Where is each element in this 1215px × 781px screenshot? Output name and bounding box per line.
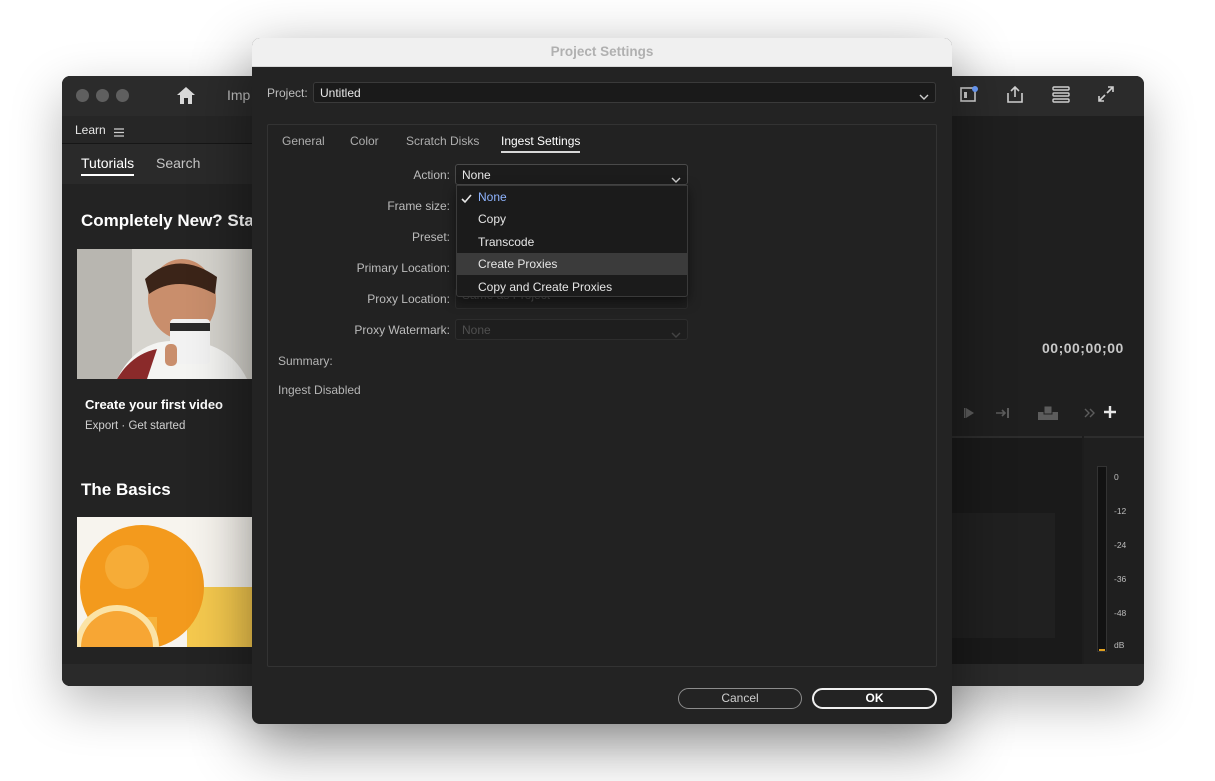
summary-value: Ingest Disabled — [278, 383, 361, 397]
timeline-track-area — [952, 513, 1055, 638]
play-icon[interactable] — [963, 406, 977, 425]
project-label: Project: — [267, 86, 308, 100]
tab-scratch-disks[interactable]: Scratch Disks — [406, 134, 479, 148]
action-select-value: None — [462, 168, 491, 182]
learn-header: Learn — [62, 116, 262, 144]
hamburger-menu-icon[interactable] — [114, 124, 124, 142]
add-icon[interactable] — [1103, 405, 1117, 424]
menu-item-label: None — [478, 190, 507, 204]
minimize-window-button[interactable] — [96, 89, 109, 102]
section-heading-new: Completely New? Star — [81, 211, 261, 230]
more-icon[interactable] — [1084, 406, 1096, 424]
tutorial-thumbnail-video[interactable] — [77, 249, 257, 379]
share-icon[interactable] — [1006, 85, 1024, 109]
section-heading-basics: The Basics — [81, 480, 171, 499]
preset-label: Preset: — [411, 230, 450, 244]
action-select[interactable]: None — [455, 164, 688, 185]
list-settings-icon[interactable] — [1052, 85, 1070, 108]
panel-layout-icon[interactable] — [960, 85, 978, 108]
transport-controls — [952, 398, 1144, 434]
chevron-down-icon — [919, 88, 929, 106]
action-dropdown-menu: None Copy Transcode Create Proxies Copy … — [456, 185, 688, 297]
meter-label-48: -48 — [1114, 608, 1127, 618]
settings-pane: General Color Scratch Disks Ingest Setti… — [267, 124, 937, 667]
menu-item-create-proxies[interactable]: Create Proxies — [457, 253, 687, 275]
meter-label-0: 0 — [1114, 472, 1119, 482]
home-icon[interactable] — [176, 86, 196, 110]
meter-label-12: -12 — [1114, 506, 1127, 516]
learn-panel: Learn Tutorials Search Completely New? S… — [62, 116, 262, 686]
tutorial-card-subtitle: Export · Get started — [85, 420, 186, 432]
primary-location-label: Primary Location: — [356, 261, 450, 275]
overwrite-icon[interactable] — [1037, 405, 1059, 426]
meter-label-24: -24 — [1114, 540, 1127, 550]
timecode-display[interactable]: 00;00;00;00 — [1042, 340, 1124, 356]
menu-item-label: Copy — [478, 212, 507, 226]
tab-general[interactable]: General — [282, 134, 325, 148]
ok-button[interactable]: OK — [812, 688, 937, 709]
checkmark-icon — [461, 191, 472, 209]
close-window-button[interactable] — [76, 89, 89, 102]
audio-meter-bar — [1097, 466, 1107, 652]
tutorial-thumbnail-basics[interactable] — [77, 517, 257, 647]
insert-icon[interactable] — [995, 406, 1011, 425]
tab-tutorials[interactable]: Tutorials — [81, 155, 135, 176]
program-monitor-panel — [952, 116, 1144, 436]
timeline-panel — [952, 436, 1082, 666]
project-select-value: Untitled — [320, 86, 361, 100]
menu-item-transcode[interactable]: Transcode — [457, 231, 687, 253]
cancel-button[interactable]: Cancel — [678, 688, 802, 709]
tab-color[interactable]: Color — [350, 134, 379, 148]
menu-item-copy-and-create-proxies[interactable]: Copy and Create Proxies — [457, 276, 687, 298]
meter-label-db: dB — [1114, 640, 1125, 650]
proxy-watermark-value: None — [462, 323, 491, 337]
meter-label-36: -36 — [1114, 574, 1127, 584]
tab-search[interactable]: Search — [156, 155, 200, 171]
learn-label: Learn — [75, 123, 106, 137]
proxy-watermark-label: Proxy Watermark: — [354, 323, 450, 337]
project-settings-dialog: Project Settings Project: Untitled Gener… — [252, 38, 952, 724]
tutorial-card-title[interactable]: Create your first video — [85, 397, 223, 412]
menu-item-none[interactable]: None — [457, 186, 687, 208]
menu-item-label: Copy and Create Proxies — [478, 280, 613, 294]
audio-meter-panel — [1084, 436, 1144, 666]
menu-item-copy[interactable]: Copy — [457, 208, 687, 230]
summary-label: Summary: — [278, 354, 333, 368]
menu-item-label: Create Proxies — [478, 257, 558, 271]
dialog-titlebar[interactable]: Project Settings — [252, 38, 952, 67]
zoom-window-button[interactable] — [116, 89, 129, 102]
action-label: Action: — [413, 168, 450, 182]
proxy-watermark-select[interactable]: None — [455, 319, 688, 340]
chevron-down-icon — [671, 326, 681, 344]
project-select[interactable]: Untitled — [313, 82, 936, 103]
nav-import-tab[interactable]: Imp — [227, 87, 250, 103]
dialog-title: Project Settings — [550, 44, 654, 59]
fullscreen-icon[interactable] — [1097, 85, 1115, 108]
proxy-location-label: Proxy Location: — [367, 292, 450, 306]
menu-item-label: Transcode — [478, 235, 535, 249]
frame-size-label: Frame size: — [387, 199, 450, 213]
tab-ingest-settings[interactable]: Ingest Settings — [501, 134, 581, 153]
